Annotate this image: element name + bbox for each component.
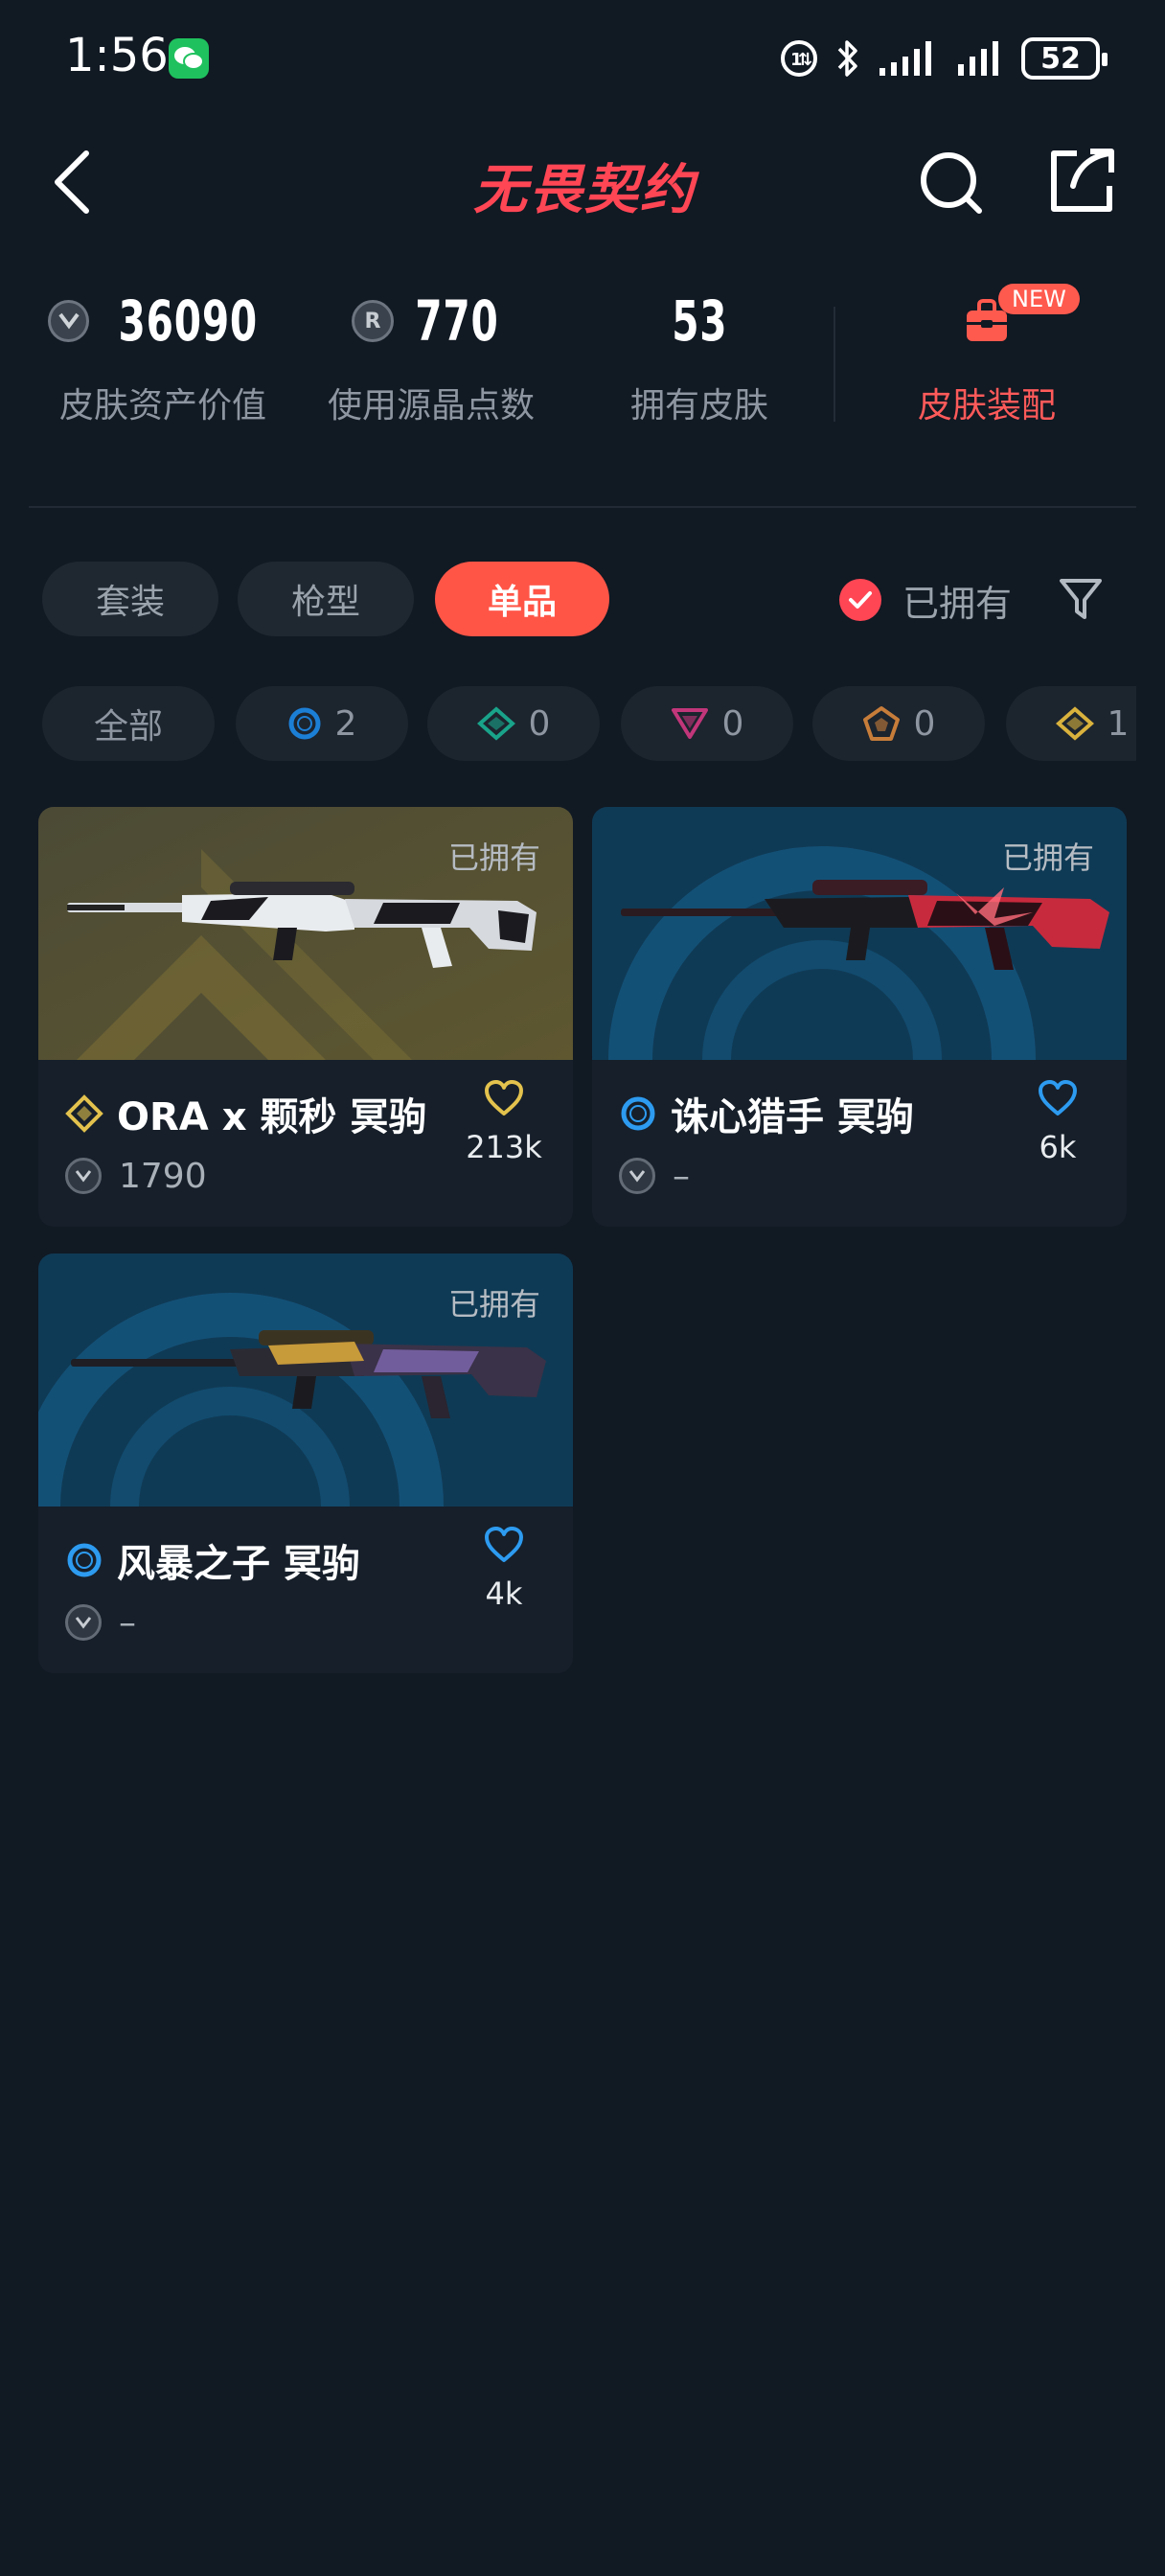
tab-weapon-type[interactable]: 枪型 (238, 562, 414, 636)
skin-card[interactable]: 已拥有 诛心猎手 冥驹 – 6k (592, 807, 1127, 1227)
card-title-row: 诛心猎手 冥驹 (619, 1085, 914, 1142)
chip-count: 0 (913, 703, 936, 744)
vp-coin-icon (48, 300, 90, 342)
owned-filter-label: 已拥有 (902, 582, 1013, 625)
stat-label: 使用源晶点数 (327, 386, 535, 426)
chip-label: 全部 (93, 707, 163, 747)
stat-value: 53 (671, 288, 728, 354)
mobile-data-icon: 1 ⇅ (781, 40, 817, 77)
skin-price: – (119, 1602, 136, 1643)
skin-price: 1790 (119, 1156, 207, 1196)
chip-deluxe-tier[interactable]: 0 (427, 686, 600, 761)
stat-value: 36090 (118, 288, 259, 354)
select-tier-icon (288, 707, 321, 740)
owned-label: 已拥有 (1001, 840, 1094, 876)
chip-count: 2 (334, 703, 357, 744)
exclusive-tier-icon (862, 706, 900, 741)
skin-card[interactable]: 已拥有 ORA x 颗秒 冥驹 1790 213k (38, 807, 573, 1227)
like-count: 4k (485, 1576, 523, 1612)
stat-label: 皮肤资产价值 (58, 386, 266, 426)
outfit-label: 皮肤装配 (917, 386, 1056, 426)
search-button[interactable] (918, 150, 985, 217)
app-header: 无畏契约 (0, 125, 1165, 240)
chip-premium-tier[interactable]: 0 (621, 686, 793, 761)
status-time: 1:56 (65, 29, 169, 82)
new-badge: NEW (998, 284, 1080, 314)
share-button[interactable] (1048, 146, 1117, 215)
heart-icon (485, 1080, 523, 1116)
like-button[interactable]: 4k (456, 1526, 552, 1612)
wechat-icon (169, 38, 209, 79)
stat-asset-value: 36090 皮肤资产价值 (48, 288, 278, 427)
chip-count: 1 (1107, 703, 1130, 744)
chip-exclusive-tier[interactable]: 0 (812, 686, 985, 761)
ultra-tier-icon (1055, 706, 1094, 741)
chip-all[interactable]: 全部 (42, 686, 215, 761)
owned-label: 已拥有 (447, 840, 540, 876)
chip-select-tier[interactable]: 2 (236, 686, 408, 761)
tier-filter-row: 全部 2 0 0 0 1 (0, 671, 1136, 776)
select-tier-icon (621, 1096, 655, 1131)
heart-icon (485, 1527, 523, 1562)
vp-coin-icon (619, 1158, 655, 1194)
stat-label: 拥有皮肤 (629, 386, 768, 426)
owned-filter-toggle[interactable]: 已拥有 (839, 573, 1012, 627)
premium-tier-icon (671, 708, 708, 739)
card-price-row: – (619, 1152, 690, 1200)
like-button[interactable]: 213k (456, 1079, 552, 1165)
signal-icon-1 (879, 41, 931, 76)
stat-value: 770 (415, 288, 499, 354)
card-price-row: – (65, 1598, 136, 1646)
check-icon (839, 579, 881, 621)
tab-set[interactable]: 套装 (42, 562, 218, 636)
filter-button[interactable] (1058, 575, 1104, 623)
vp-coin-icon (65, 1604, 102, 1641)
like-count: 6k (1039, 1129, 1077, 1165)
card-title-row: 风暴之子 冥驹 (65, 1531, 360, 1589)
skin-name: ORA x 颗秒 冥驹 (117, 1095, 427, 1139)
chip-count: 0 (721, 703, 744, 744)
status-bar: 1:56 1 ⇅ 52 (0, 0, 1165, 115)
stat-radianite: R 770 使用源晶点数 (316, 288, 546, 427)
skin-price: – (673, 1156, 690, 1196)
skin-card[interactable]: 已拥有 风暴之子 冥驹 – 4k (38, 1254, 573, 1673)
heart-icon (1039, 1080, 1077, 1116)
radianite-coin-icon: R (352, 300, 395, 342)
skin-name: 风暴之子 冥驹 (117, 1542, 360, 1586)
search-icon (921, 152, 982, 214)
share-icon (1051, 149, 1114, 212)
signal-icon-2 (958, 41, 998, 76)
stat-owned-skins: 53 拥有皮肤 (584, 288, 814, 427)
status-icons: 1 ⇅ 52 (780, 34, 1108, 82)
select-tier-icon (67, 1543, 102, 1577)
stat-divider (834, 307, 835, 422)
like-button[interactable]: 6k (1010, 1079, 1106, 1165)
like-count: 213k (466, 1129, 542, 1165)
ultra-tier-icon (65, 1094, 103, 1133)
chip-ultra-tier[interactable]: 1 (1006, 686, 1136, 761)
chip-count: 0 (528, 703, 551, 744)
section-divider (29, 506, 1136, 508)
stats-panel: 36090 皮肤资产价值 R 770 使用源晶点数 53 拥有皮肤 皮肤装配 (0, 288, 1165, 460)
card-title-row: ORA x 颗秒 冥驹 (65, 1085, 426, 1142)
chevron-left-icon (55, 150, 89, 214)
tab-single-item[interactable]: 单品 (435, 562, 609, 636)
battery-indicator: 52 (1021, 37, 1108, 80)
deluxe-tier-icon (476, 706, 515, 741)
svg-text:⇅: ⇅ (798, 50, 812, 70)
vp-coin-icon (65, 1158, 102, 1194)
bluetooth-icon (837, 40, 857, 77)
owned-label: 已拥有 (447, 1286, 540, 1322)
filter-icon (1060, 579, 1102, 619)
skin-name: 诛心猎手 冥驹 (671, 1095, 914, 1139)
card-price-row: 1790 (65, 1152, 207, 1200)
back-button[interactable] (46, 146, 103, 218)
app-logo: 无畏契约 (473, 158, 696, 221)
